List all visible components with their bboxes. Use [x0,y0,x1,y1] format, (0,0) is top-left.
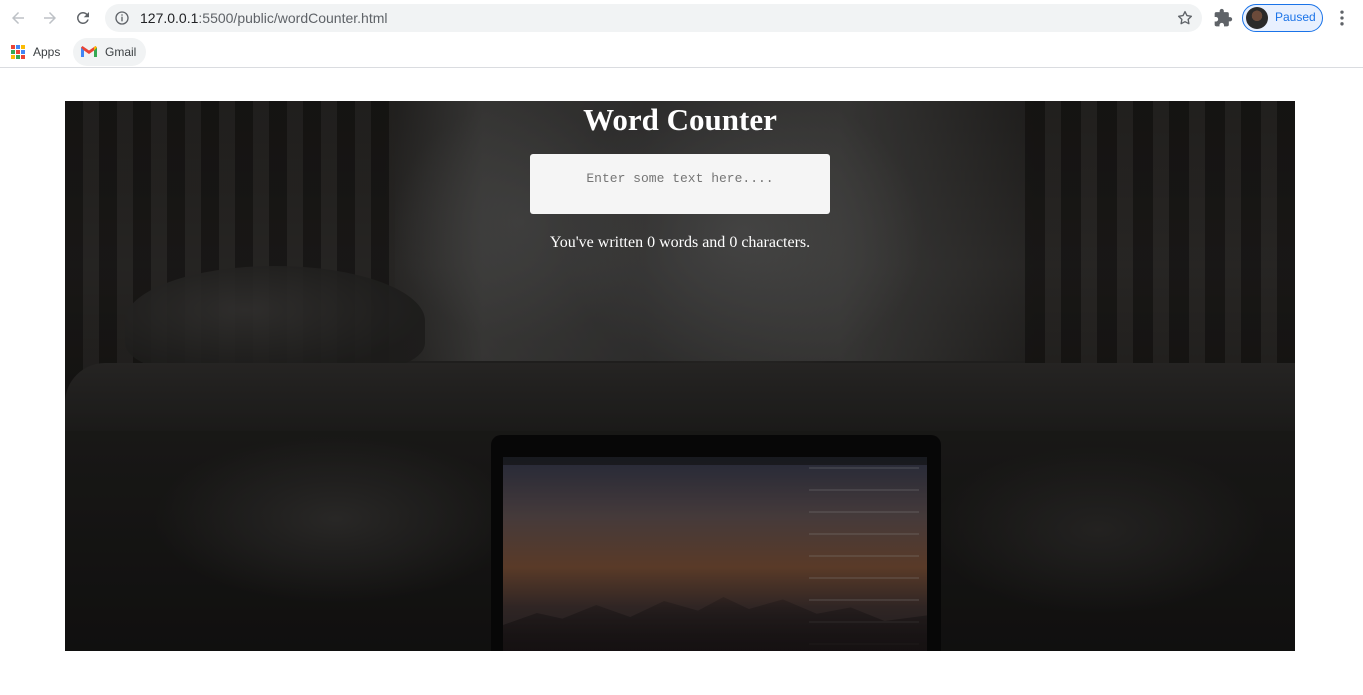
bookmarks-bar: Apps Gmail [0,36,1363,68]
kebab-menu-icon[interactable] [1332,8,1352,28]
forward-button[interactable] [38,6,62,30]
bookmark-apps[interactable]: Apps [11,42,60,62]
result-suffix: characters. [737,234,811,251]
site-info-icon[interactable] [114,10,130,26]
result-middle: words and [655,234,730,251]
back-button[interactable] [6,6,30,30]
result-prefix: You've written [549,234,648,251]
bookmark-gmail[interactable]: Gmail [73,38,147,66]
url-path: :5500/public/wordCounter.html [198,10,388,26]
back-arrow-icon [12,12,24,24]
counter-result: You've written 0 words and 0 characters. [65,233,1295,253]
browser-toolbar: 127.0.0.1:5500/public/wordCounter.html P… [0,0,1363,36]
reload-button[interactable] [71,6,95,30]
forward-arrow-icon [44,12,56,24]
url-host: 127.0.0.1 [140,10,199,26]
apps-grid-icon [11,45,25,59]
url-text[interactable]: 127.0.0.1:5500/public/wordCounter.html [140,10,388,26]
reload-icon [76,11,89,24]
hero-background: Word Counter You've written 0 words and … [65,101,1295,651]
address-bar[interactable]: 127.0.0.1:5500/public/wordCounter.html [105,4,1202,32]
gmail-icon [81,46,97,57]
word-count: 0 [647,234,656,251]
bookmark-gmail-label: Gmail [105,45,137,59]
text-input[interactable] [530,154,830,214]
profile-button[interactable]: Paused [1242,4,1323,32]
avatar [1246,7,1268,29]
page-title: Word Counter [583,102,777,137]
extensions-puzzle-icon[interactable] [1213,8,1233,28]
bookmark-apps-label: Apps [33,45,61,59]
bookmark-star-icon[interactable] [1176,9,1194,27]
profile-status-label: Paused [1275,10,1316,24]
